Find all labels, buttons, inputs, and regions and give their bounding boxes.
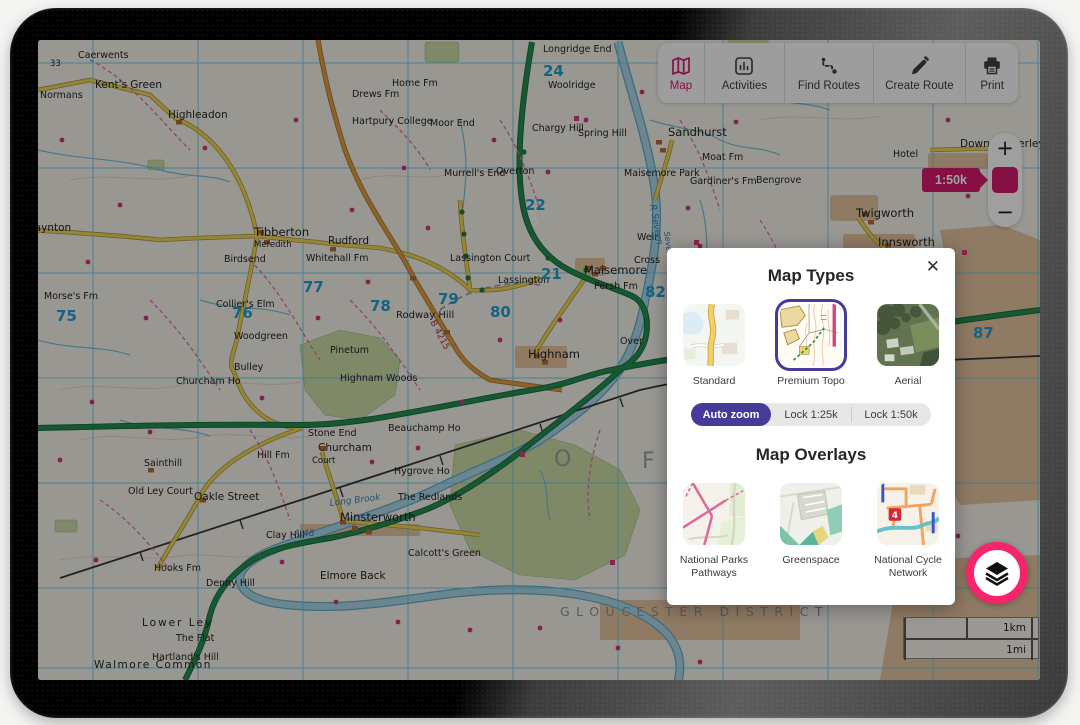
overlay-national-cycle[interactable]: 4 National Cycle Network xyxy=(873,483,943,579)
national-parks-thumbnail-art xyxy=(683,483,745,545)
greenspace-thumbnail-art xyxy=(780,483,842,545)
premium-topo-thumbnail-art xyxy=(780,304,842,366)
layers-button[interactable] xyxy=(966,542,1028,604)
close-icon[interactable]: ✕ xyxy=(922,254,944,280)
overlay-greenspace[interactable]: Greenspace xyxy=(776,483,846,579)
overlay-national-parks[interactable]: National Parks Pathways xyxy=(679,483,749,579)
overlay-label: National Cycle Network xyxy=(865,554,951,579)
map-types-modal: ✕ Map Types xyxy=(667,248,955,605)
map-type-label: Standard xyxy=(671,375,757,387)
zoom-mode-lock25k[interactable]: Lock 1:25k xyxy=(771,403,851,426)
layers-icon xyxy=(982,558,1012,588)
zoom-mode-control: Auto zoom Lock 1:25k Lock 1:50k xyxy=(691,403,931,426)
map-type-standard[interactable]: Standard xyxy=(679,304,749,387)
map-type-premium-topo[interactable]: Premium Topo xyxy=(776,304,846,387)
zoom-mode-auto[interactable]: Auto zoom xyxy=(691,403,771,426)
map-type-options: Standard xyxy=(667,304,955,387)
app-screen: Caerwents33Kent's GreenNormansTayntonHig… xyxy=(38,40,1040,680)
map-type-aerial[interactable]: Aerial xyxy=(873,304,943,387)
map-type-label: Premium Topo xyxy=(768,375,854,387)
aerial-thumbnail-art xyxy=(877,304,939,366)
modal-title: Map Types xyxy=(667,266,955,286)
zoom-mode-lock50k[interactable]: Lock 1:50k xyxy=(851,403,931,426)
national-cycle-thumbnail-art: 4 xyxy=(877,483,939,545)
overlays-title: Map Overlays xyxy=(667,445,955,465)
map-overlay-options: National Parks Pathways xyxy=(667,483,955,579)
svg-text:4: 4 xyxy=(892,511,898,521)
map-type-label: Aerial xyxy=(865,375,951,387)
overlay-label: Greenspace xyxy=(768,554,854,566)
standard-thumbnail-art xyxy=(683,304,745,366)
tablet-frame: Caerwents33Kent's GreenNormansTayntonHig… xyxy=(10,8,1068,718)
overlay-label: National Parks Pathways xyxy=(671,554,757,579)
